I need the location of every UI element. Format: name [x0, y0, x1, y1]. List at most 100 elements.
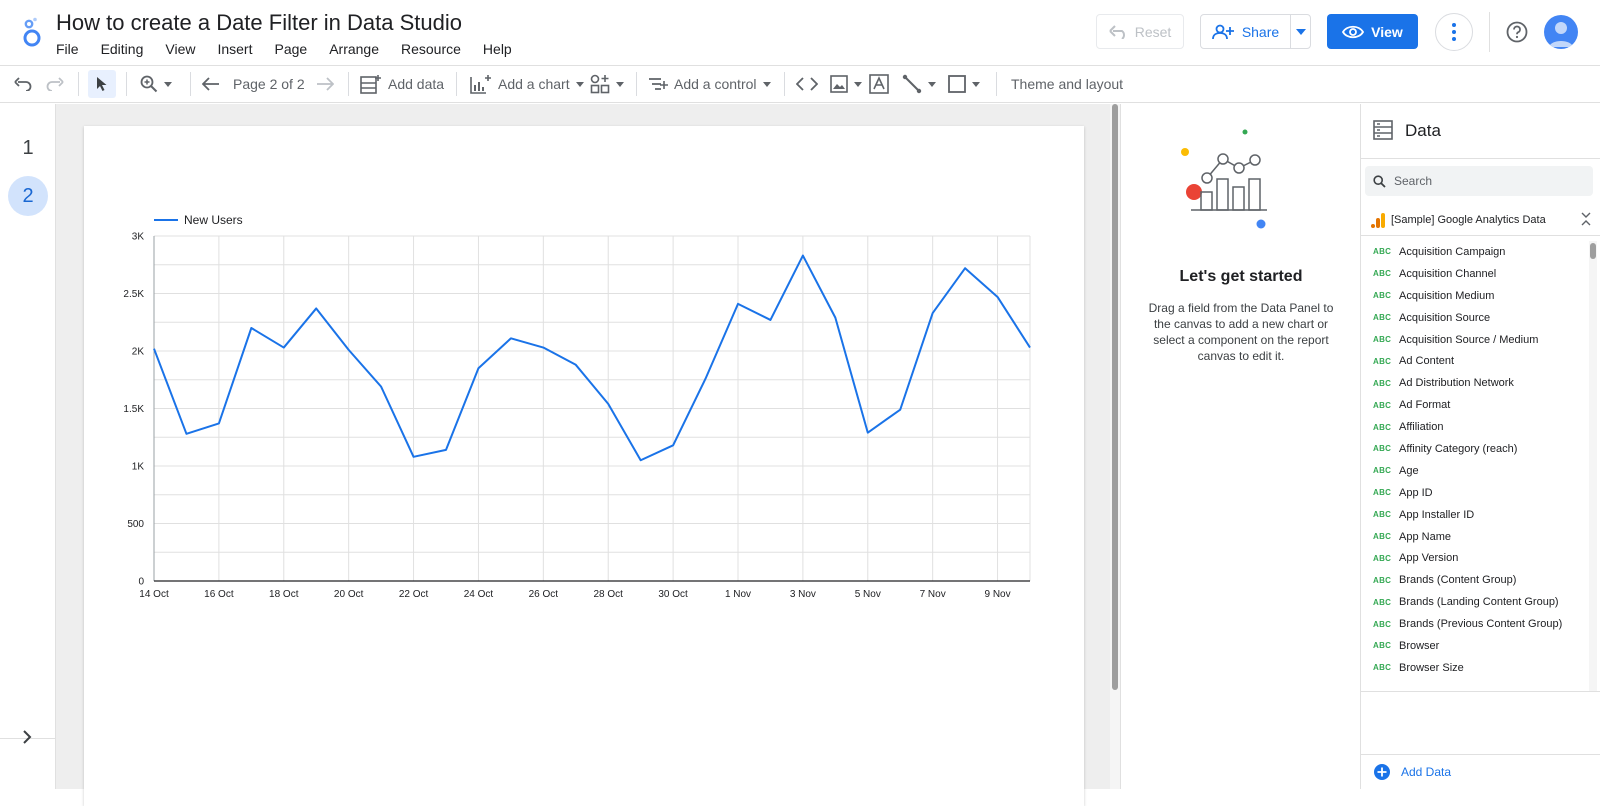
- image-button[interactable]: [830, 66, 862, 102]
- next-page-button[interactable]: [316, 66, 334, 102]
- field-item[interactable]: ABC Brands (Content Group): [1361, 569, 1589, 591]
- select-tool-button[interactable]: [88, 70, 116, 98]
- field-search-input[interactable]: Search: [1365, 166, 1593, 196]
- time-series-chart[interactable]: 0 500 1K 1.5K 2K 2.5K 3K 14 Oct 16 Oct 18 Oct 20 O…: [84, 126, 1084, 686]
- share-button-group: Share: [1200, 14, 1311, 49]
- filter-control-icon: [649, 78, 668, 90]
- toolbar-separator: [348, 72, 349, 96]
- series-line-new-users: [153, 254, 1031, 462]
- field-item[interactable]: ABC Affiliation: [1361, 416, 1589, 438]
- text-field-type-icon: ABC: [1373, 575, 1392, 585]
- redo-icon: [46, 77, 64, 91]
- zoom-button[interactable]: [140, 66, 172, 102]
- field-label: Brands (Landing Content Group): [1399, 596, 1559, 609]
- page-thumb-2[interactable]: 2: [8, 176, 48, 216]
- page-navigator: 1 2: [0, 104, 56, 789]
- more-options-button[interactable]: [1435, 13, 1473, 51]
- field-item[interactable]: ABC Acquisition Medium: [1361, 285, 1589, 307]
- database-icon: [1373, 120, 1393, 140]
- menu-insert[interactable]: Insert: [217, 41, 252, 57]
- field-item[interactable]: ABC Ad Content: [1361, 350, 1589, 372]
- y-tick-label: 1.5K: [123, 404, 144, 415]
- help-icon[interactable]: [1505, 20, 1529, 44]
- chevron-right-icon[interactable]: [21, 730, 33, 744]
- cursor-icon: [97, 77, 107, 91]
- data-panel-header: Data: [1361, 104, 1600, 159]
- caret-down-icon: [972, 81, 980, 87]
- field-item[interactable]: ABC Acquisition Campaign: [1361, 241, 1589, 263]
- report-title[interactable]: How to create a Date Filter in Data Stud…: [56, 10, 462, 36]
- field-item[interactable]: ABC App Version: [1361, 547, 1589, 569]
- reset-button[interactable]: Reset: [1096, 14, 1184, 49]
- menu-resource[interactable]: Resource: [401, 41, 461, 57]
- collapse-icon[interactable]: [1581, 212, 1591, 226]
- field-list-scrollbar[interactable]: [1589, 241, 1597, 691]
- undo-icon: [14, 77, 32, 91]
- add-data-button[interactable]: Add data: [360, 66, 444, 102]
- search-placeholder: Search: [1394, 174, 1433, 188]
- field-item[interactable]: ABC Brands (Previous Content Group): [1361, 613, 1589, 635]
- field-item[interactable]: ABC Acquisition Source / Medium: [1361, 329, 1589, 351]
- menu-bar: File Editing View Insert Page Arrange Re…: [56, 41, 534, 57]
- redo-button[interactable]: [46, 66, 64, 102]
- menu-file[interactable]: File: [56, 41, 79, 57]
- add-chart-button[interactable]: Add a chart: [470, 66, 584, 102]
- field-item[interactable]: ABC App Name: [1361, 526, 1589, 548]
- canvas-scrollbar[interactable]: [1110, 104, 1120, 789]
- y-tick-label: 3K: [132, 232, 145, 243]
- add-component-button[interactable]: [590, 66, 624, 102]
- toolbar-separator: [996, 72, 997, 96]
- share-button[interactable]: Share: [1201, 15, 1291, 48]
- field-item[interactable]: ABC App Installer ID: [1361, 504, 1589, 526]
- field-list-scrollbar-thumb[interactable]: [1590, 243, 1596, 259]
- embed-url-button[interactable]: [796, 66, 818, 102]
- menu-editing[interactable]: Editing: [101, 41, 144, 57]
- menu-arrange[interactable]: Arrange: [329, 41, 379, 57]
- looker-studio-logo-icon[interactable]: [20, 16, 44, 48]
- report-canvas: 0 500 1K 1.5K 2K 2.5K 3K 14 Oct 16 Oct 18 Oct 20 O…: [56, 104, 1110, 806]
- menu-help[interactable]: Help: [483, 41, 512, 57]
- field-label: App ID: [1399, 486, 1433, 499]
- text-button[interactable]: [869, 66, 889, 102]
- more-vert-icon: [1452, 23, 1456, 41]
- field-item[interactable]: ABC Age: [1361, 460, 1589, 482]
- image-icon: [830, 75, 848, 93]
- field-label: Brands (Previous Content Group): [1399, 618, 1563, 631]
- field-label: Acquisition Campaign: [1399, 245, 1506, 258]
- field-item[interactable]: ABC App ID: [1361, 482, 1589, 504]
- field-label: Browser: [1399, 639, 1440, 652]
- account-avatar[interactable]: [1544, 15, 1578, 49]
- report-page[interactable]: 0 500 1K 1.5K 2K 2.5K 3K 14 Oct 16 Oct 18 Oct 20 O…: [84, 126, 1084, 806]
- menu-view[interactable]: View: [165, 41, 195, 57]
- field-item[interactable]: ABC Affinity Category (reach): [1361, 438, 1589, 460]
- components-icon: [590, 74, 610, 94]
- code-icon: [796, 77, 818, 91]
- x-tick-label: 1 Nov: [725, 589, 751, 600]
- menu-page[interactable]: Page: [274, 41, 307, 57]
- y-tick-label: 0: [138, 577, 144, 588]
- canvas-scrollbar-thumb[interactable]: [1112, 104, 1118, 690]
- view-button[interactable]: View: [1327, 14, 1418, 49]
- add-data-link[interactable]: Add Data: [1361, 754, 1600, 789]
- line-button[interactable]: [902, 66, 936, 102]
- field-item[interactable]: ABC Ad Distribution Network: [1361, 372, 1589, 394]
- text-field-type-icon: ABC: [1373, 641, 1392, 651]
- field-item[interactable]: ABC Brands (Landing Content Group): [1361, 591, 1589, 613]
- previous-page-button[interactable]: [202, 66, 220, 102]
- share-dropdown-button[interactable]: [1291, 28, 1310, 35]
- field-item[interactable]: ABC Browser Size: [1361, 657, 1589, 679]
- app-header: How to create a Date Filter in Data Stud…: [0, 0, 1600, 64]
- page-thumb-1[interactable]: 1: [8, 128, 48, 168]
- theme-layout-button[interactable]: Theme and layout: [1011, 66, 1123, 102]
- data-source-row[interactable]: [Sample] Google Analytics Data: [1361, 204, 1600, 236]
- add-control-button[interactable]: Add a control: [648, 66, 771, 102]
- field-item[interactable]: ABC Ad Format: [1361, 394, 1589, 416]
- add-data-label: Add Data: [1401, 765, 1452, 779]
- field-item[interactable]: ABC Acquisition Channel: [1361, 263, 1589, 285]
- text-field-type-icon: ABC: [1373, 619, 1392, 629]
- undo-button[interactable]: [14, 66, 32, 102]
- field-item[interactable]: ABC Acquisition Source: [1361, 307, 1589, 329]
- shape-button[interactable]: [948, 66, 980, 102]
- field-label: Acquisition Source: [1399, 311, 1491, 324]
- field-item[interactable]: ABC Browser: [1361, 635, 1589, 657]
